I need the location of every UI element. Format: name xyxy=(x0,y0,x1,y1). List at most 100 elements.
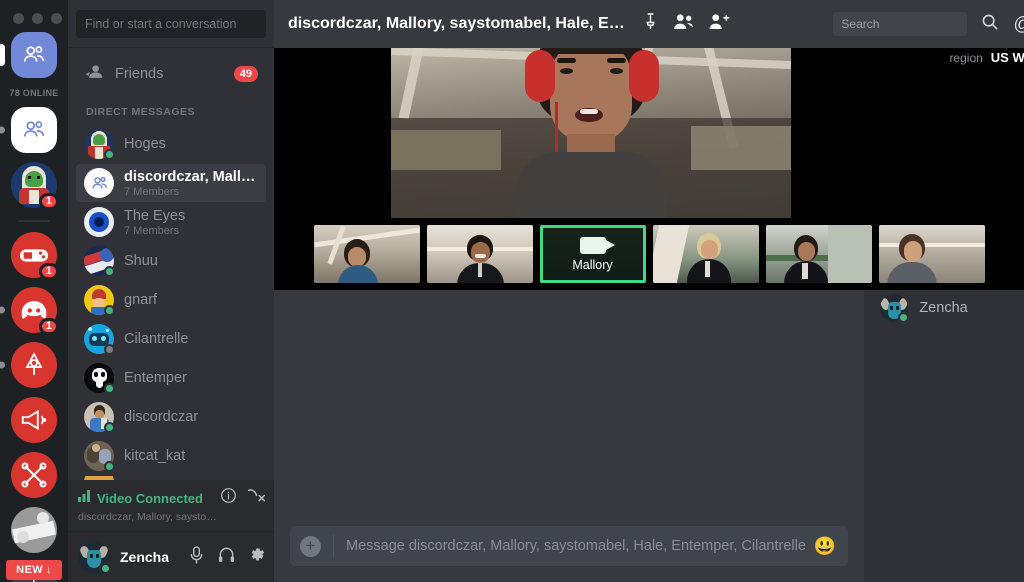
search-icon[interactable] xyxy=(981,13,999,36)
dm-text: Hoges xyxy=(124,136,166,152)
server-tools-icon[interactable] xyxy=(11,452,57,498)
server-gray-icon[interactable] xyxy=(11,507,57,553)
unread-badge: 1 xyxy=(38,193,59,210)
rail-item-server-gray[interactable] xyxy=(11,507,57,553)
microphone-icon[interactable] xyxy=(189,545,204,569)
thumbnail-participant-5[interactable] xyxy=(765,225,872,283)
dm-sidebar: Find or start a conversation Friends 49 … xyxy=(68,0,274,582)
voice-region-selector[interactable]: region US West ▾ xyxy=(949,50,1024,65)
avatar[interactable] xyxy=(78,541,111,575)
member-name: Zencha xyxy=(919,299,968,316)
headphones-icon[interactable] xyxy=(218,546,235,568)
online-count-label: 78 ONLINE xyxy=(9,88,59,98)
dm-item-kitcat-kat[interactable]: kitcat_kat xyxy=(76,437,266,475)
rail-item-server-orc[interactable]: 1 xyxy=(11,162,59,210)
dm-item-discordczar[interactable]: discordczar xyxy=(76,398,266,436)
user-panel-actions[interactable] xyxy=(189,545,266,569)
emoji-picker-icon[interactable]: 😃 xyxy=(814,536,836,557)
dm-item-cilantrelle[interactable]: Cilantrelle xyxy=(76,320,266,358)
download-arrow-icon: ↓ xyxy=(45,564,52,576)
member-row-zencha[interactable]: Zencha xyxy=(864,290,1024,325)
unread-pill xyxy=(0,126,5,134)
dm-item-partial[interactable] xyxy=(76,476,266,481)
thumbnail-participant-mallory[interactable]: Mallory xyxy=(539,225,646,283)
dm-text: Cilantrelle xyxy=(124,331,188,347)
dm-item-entemper[interactable]: Entemper xyxy=(76,359,266,397)
avatar xyxy=(84,129,115,160)
sidebar-item-friends[interactable]: Friends 49 xyxy=(76,56,266,92)
dm-text: The Eyes 7 Members xyxy=(124,208,185,237)
avatar xyxy=(880,293,910,323)
region-value[interactable]: US West xyxy=(991,50,1024,65)
status-online xyxy=(104,422,115,433)
window-controls[interactable] xyxy=(0,0,68,24)
close-window-button[interactable] xyxy=(13,13,24,24)
info-icon[interactable] xyxy=(220,487,237,509)
dm-member-count: 7 Members xyxy=(124,185,180,198)
dm-item-shuu[interactable]: Shuu xyxy=(76,242,266,280)
status-online xyxy=(104,266,115,277)
status-online xyxy=(100,563,111,575)
find-conversation-input[interactable]: Find or start a conversation xyxy=(76,9,266,38)
unread-badge: 1 xyxy=(38,263,59,280)
server-friends-icon[interactable] xyxy=(11,107,57,153)
active-pill xyxy=(0,44,5,66)
server-megaphone-icon[interactable] xyxy=(11,397,57,443)
disconnect-call-icon[interactable] xyxy=(247,487,266,509)
friends-label: Friends xyxy=(115,66,164,82)
rail-item-server-gamepad[interactable]: 1 xyxy=(11,232,59,280)
friends-icon xyxy=(84,62,104,87)
video-background-detail xyxy=(391,130,501,170)
voice-actions[interactable] xyxy=(220,487,266,509)
members-icon[interactable] xyxy=(673,13,694,35)
new-server-button[interactable]: NEW ↓ xyxy=(6,560,62,580)
maximize-window-button[interactable] xyxy=(51,13,62,24)
rail-item-server-pen[interactable] xyxy=(0,342,57,388)
plus-circle-icon[interactable]: + xyxy=(300,535,321,557)
avatar xyxy=(84,246,115,277)
participant-thumbnail-strip: Mallory xyxy=(274,218,1024,290)
dm-name: Shuu xyxy=(124,253,158,269)
message-input[interactable]: Message discordczar, Mallory, saystomabe… xyxy=(346,538,806,554)
dm-item-gnarf[interactable]: gnarf xyxy=(76,281,266,319)
thumbnail-participant-1[interactable] xyxy=(313,225,420,283)
dm-item-the-eyes[interactable]: The Eyes 7 Members xyxy=(76,203,266,241)
rail-item-server-discord[interactable]: 1 xyxy=(0,287,59,335)
dm-item-group-discordczar[interactable]: discordczar, Mallory, sa… 7 Members xyxy=(76,164,266,202)
add-person-icon[interactable] xyxy=(709,13,730,35)
rail-item-home-dm[interactable] xyxy=(0,32,57,78)
header-icon-group[interactable] xyxy=(643,13,730,35)
server-list: 78 ONLINE 1 1 1 xyxy=(0,24,68,582)
rail-item-server-friends[interactable] xyxy=(0,107,57,153)
main-content: discordczar, Mallory, saystomabel, Hale,… xyxy=(274,0,1024,582)
composer-area: + Message discordczar, Mallory, saystoma… xyxy=(274,520,864,582)
server-pen-icon[interactable] xyxy=(11,342,57,388)
unread-pill xyxy=(0,361,5,369)
at-mention-icon[interactable]: @ xyxy=(1013,15,1024,34)
dm-item-hoges[interactable]: Hoges xyxy=(76,125,266,163)
message-composer[interactable]: + Message discordczar, Mallory, saystoma… xyxy=(290,526,849,566)
dm-name: discordczar, Mallory, sa… xyxy=(124,168,258,185)
pin-icon[interactable] xyxy=(643,13,658,35)
avatar xyxy=(84,285,115,316)
header-right-actions[interactable]: @ ? xyxy=(981,13,1024,36)
rail-item-server-tools[interactable] xyxy=(11,452,57,498)
thumbnail-participant-4[interactable] xyxy=(652,225,759,283)
video-camera-icon xyxy=(579,236,615,254)
eye-right xyxy=(610,68,623,74)
gear-icon[interactable] xyxy=(249,546,266,568)
search-input[interactable]: Search xyxy=(833,12,968,36)
avatar xyxy=(84,168,114,198)
home-dm-icon[interactable] xyxy=(11,32,57,78)
thumbnail-participant-6[interactable] xyxy=(878,225,985,283)
dm-text: discordczar xyxy=(124,409,198,425)
minimize-window-button[interactable] xyxy=(32,13,43,24)
thumbnail-participant-2[interactable] xyxy=(426,225,533,283)
channel-header: discordczar, Mallory, saystomabel, Hale,… xyxy=(274,0,1024,48)
dm-text: discordczar, Mallory, sa… 7 Members xyxy=(124,169,258,198)
rail-item-server-megaphone[interactable] xyxy=(11,397,57,443)
mouth xyxy=(575,108,603,122)
discord-app-window: 78 ONLINE 1 1 1 NEW ↓ Find or start a co… xyxy=(0,0,1024,582)
dm-member-count: 7 Members xyxy=(124,224,180,237)
thumbnail-label: Mallory xyxy=(572,257,613,272)
